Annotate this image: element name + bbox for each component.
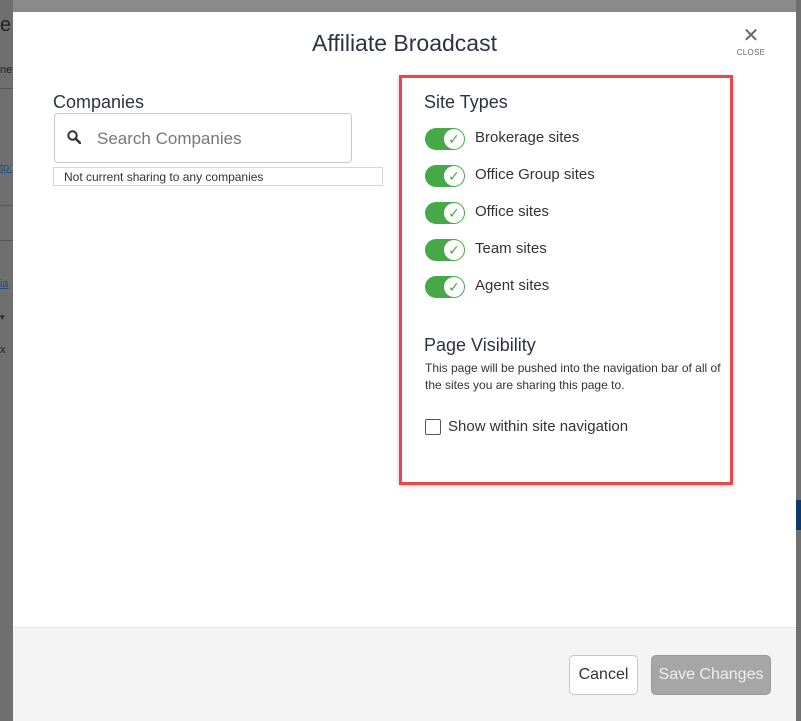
background-fragment: ia <box>0 278 9 290</box>
modal-footer: Cancel Save Changes <box>13 627 796 721</box>
office-sites-toggle[interactable]: ✓ <box>425 202 465 224</box>
companies-title: Companies <box>53 92 145 112</box>
search-companies-field[interactable] <box>54 113 352 163</box>
save-changes-button[interactable]: Save Changes <box>651 655 771 695</box>
brokerage-sites-toggle[interactable]: ✓ <box>425 128 465 150</box>
agent-sites-toggle[interactable]: ✓ <box>425 276 465 298</box>
background-fragment: ne <box>0 64 13 76</box>
show-in-navigation-label[interactable]: Show within site navigation <box>448 418 628 435</box>
cancel-button[interactable]: Cancel <box>569 655 638 695</box>
team-sites-toggle[interactable]: ✓ <box>425 239 465 261</box>
background-left-strip: e ne tp: ia ▾ x <box>0 0 13 721</box>
office-group-sites-toggle[interactable]: ✓ <box>425 165 465 187</box>
background-block <box>796 500 801 530</box>
background-right-strip <box>796 0 801 721</box>
modal-title: Affiliate Broadcast <box>312 30 497 56</box>
close-icon: ✕ <box>742 25 760 47</box>
close-button[interactable]: ✕ CLOSE <box>731 26 771 62</box>
check-icon: ✓ <box>444 203 464 223</box>
affiliate-broadcast-modal: Affiliate Broadcast ✕ CLOSE Companies No… <box>13 12 796 721</box>
site-types-title: Site Types <box>424 92 508 112</box>
background-fragment: e <box>0 14 12 36</box>
page-visibility-description: This page will be pushed into the naviga… <box>425 361 721 392</box>
background-fragment: x <box>0 344 6 356</box>
search-companies-input[interactable] <box>95 126 339 152</box>
check-icon: ✓ <box>444 240 464 260</box>
modal-header: Affiliate Broadcast ✕ CLOSE <box>13 12 796 74</box>
background-divider <box>0 240 13 241</box>
toggle-label: Brokerage sites <box>475 129 580 146</box>
check-icon: ✓ <box>444 129 464 149</box>
search-icon <box>67 130 81 144</box>
sharing-status: Not current sharing to any companies <box>53 167 383 186</box>
toggle-label: Team sites <box>475 240 547 257</box>
toggle-label: Office Group sites <box>475 166 595 183</box>
background-fragment: tp: <box>0 162 13 174</box>
toggle-label: Agent sites <box>475 277 550 294</box>
background-divider <box>0 88 13 89</box>
background-fragment: ▾ <box>0 312 5 322</box>
check-icon: ✓ <box>444 166 464 186</box>
toggle-label: Office sites <box>475 203 549 220</box>
close-label: CLOSE <box>736 48 766 57</box>
check-icon: ✓ <box>444 277 464 297</box>
show-in-navigation-checkbox[interactable] <box>425 419 441 435</box>
background-divider <box>0 205 13 206</box>
page-visibility-title: Page Visibility <box>424 335 536 355</box>
